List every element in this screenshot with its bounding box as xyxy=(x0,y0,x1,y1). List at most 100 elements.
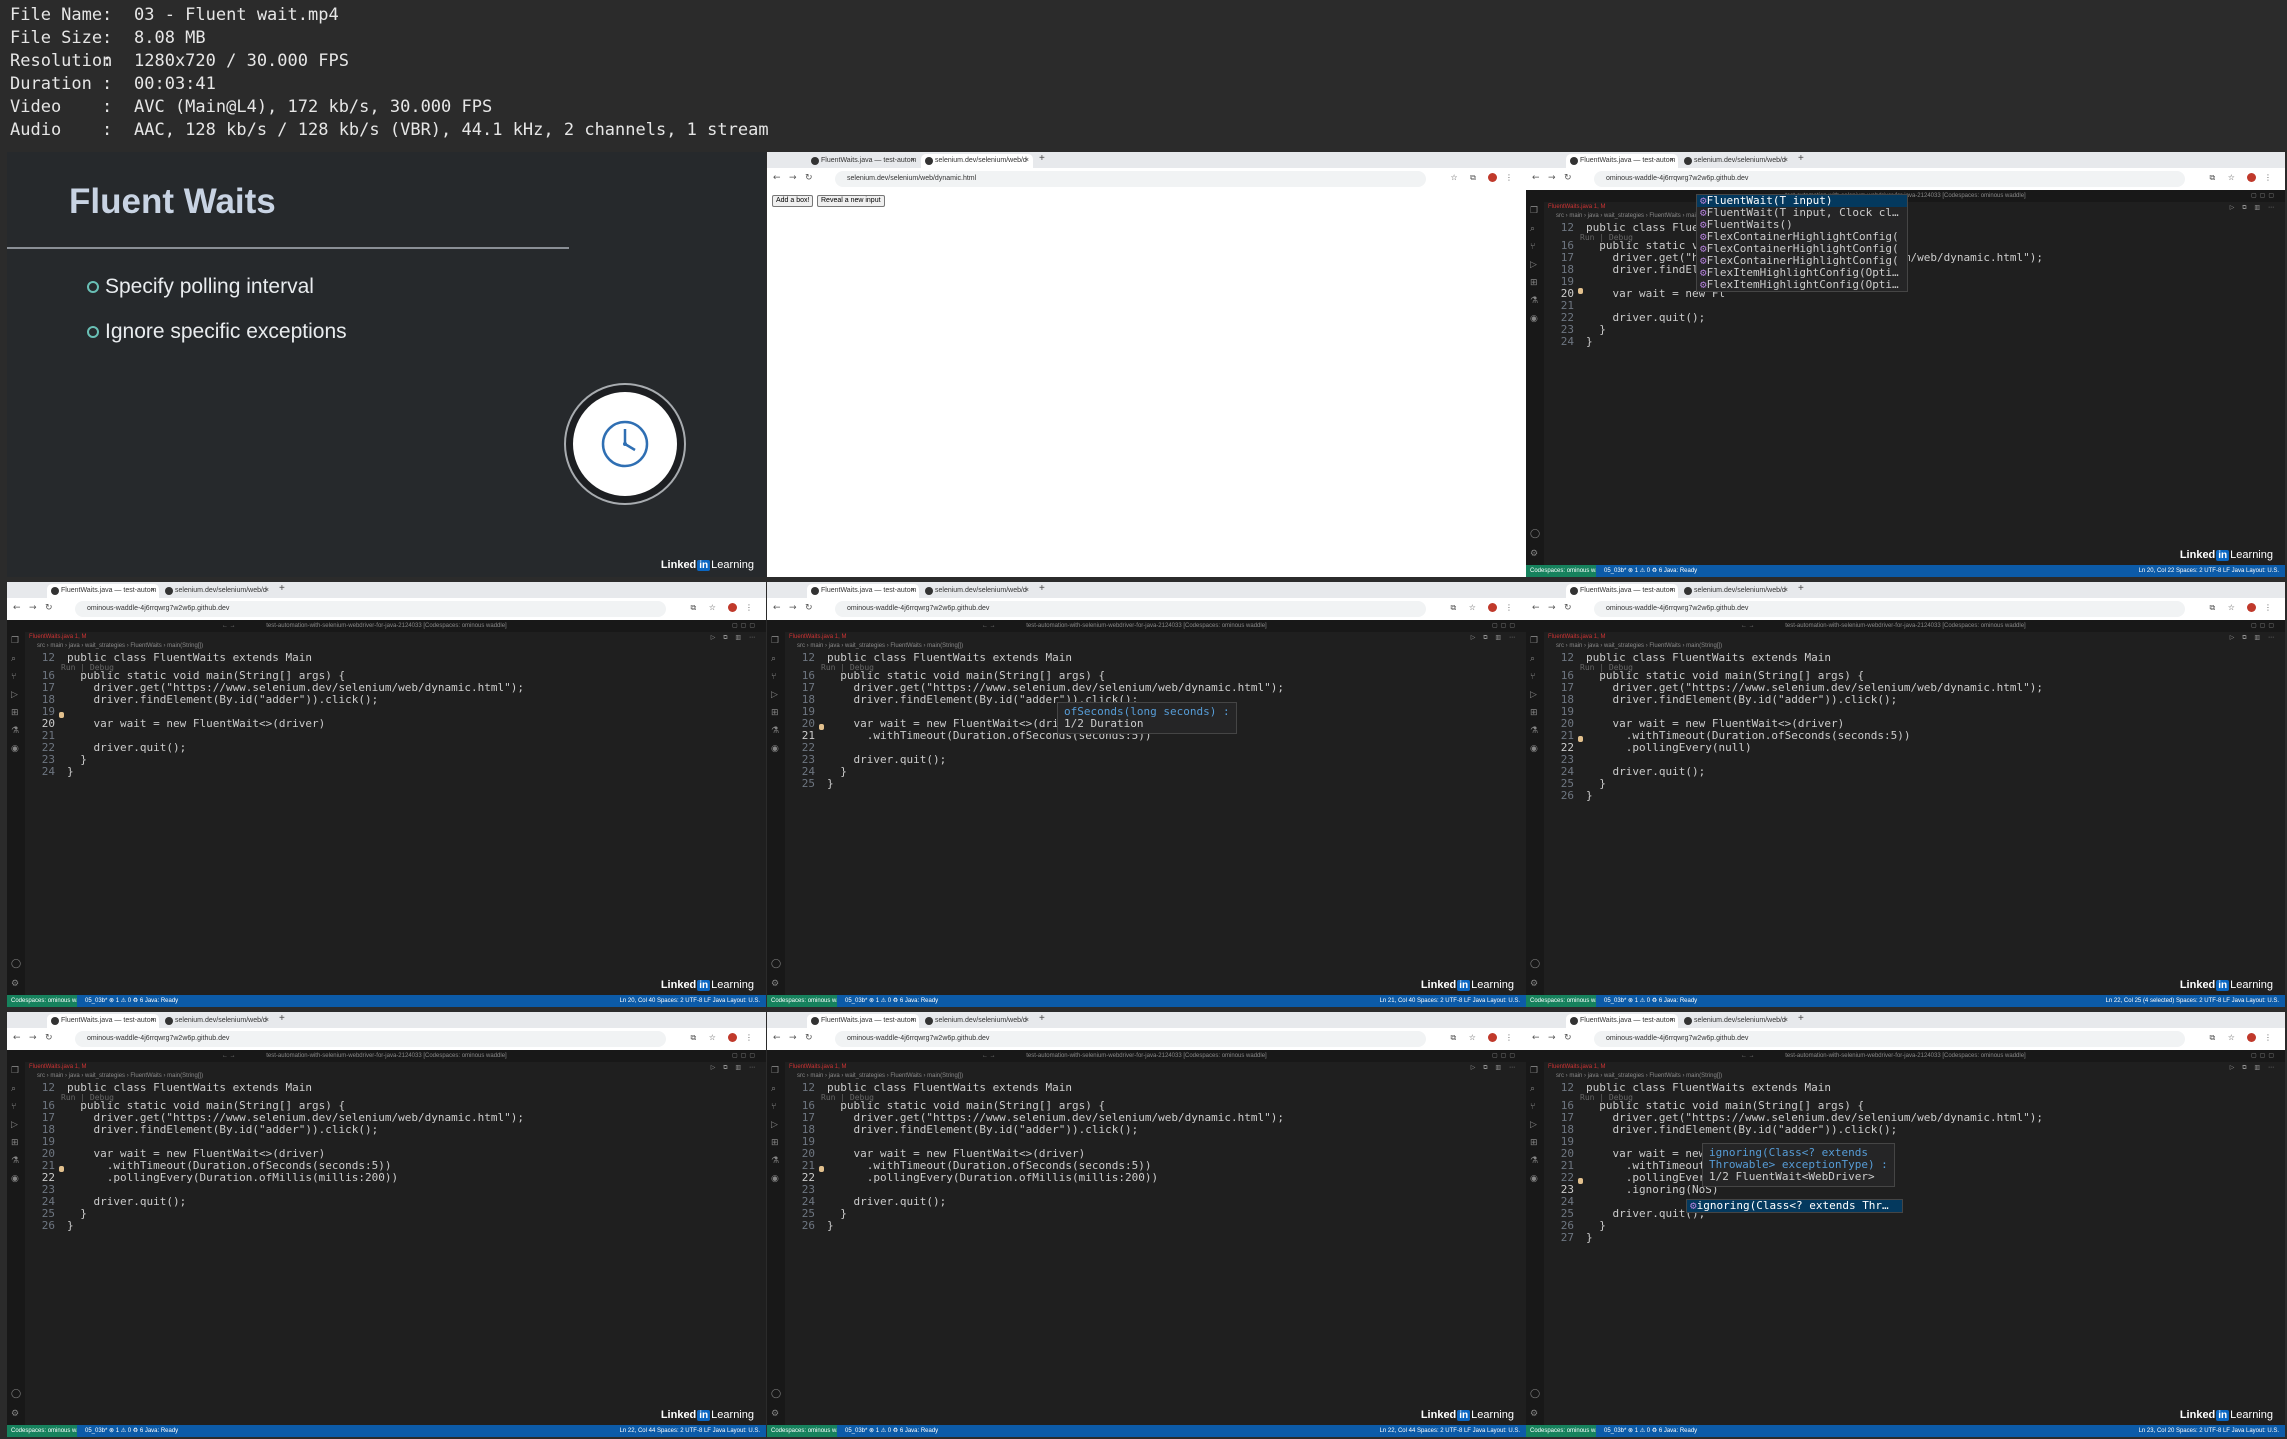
forward-icon[interactable]: → xyxy=(1548,1033,1556,1043)
account-icon[interactable]: ◯ xyxy=(1530,529,1540,539)
profile-avatar[interactable] xyxy=(2247,603,2257,612)
editor-actions[interactable]: ▷ ⧉ ▥ ⋯ xyxy=(1471,634,1518,642)
lightbulb-icon[interactable] xyxy=(59,712,64,718)
reload-icon[interactable]: ↻ xyxy=(1564,603,1572,613)
toolbar-icons[interactable]: ⧉ ☆ ⋮ xyxy=(2209,1033,2277,1043)
browser-tab-active[interactable]: selenium.dev/selenium/web/d × xyxy=(921,154,1033,168)
browser-tab[interactable]: selenium.dev/selenium/web/d × xyxy=(1680,1014,1792,1028)
github-icon[interactable]: ◉ xyxy=(11,744,21,754)
code-editor[interactable]: FluentWaits.java 1, M ▷ ⧉ ▥ ⋯ src › main… xyxy=(1544,1062,2285,1425)
suggestion-item[interactable]: ⚙FluentWait(T input) xyxy=(1697,195,1907,207)
remote-indicator[interactable]: Codespaces: ominous waddle xyxy=(1526,565,1596,577)
status-left[interactable]: 05_03b* ⊗ 1 ⚠ 0 ♻ 6 Java: Ready xyxy=(85,995,178,1007)
back-icon[interactable]: ← xyxy=(773,173,781,183)
extensions-icon[interactable]: ⊞ xyxy=(11,1138,21,1148)
autocomplete-popup[interactable]: ⚙ignoring(Class<? extends Thr… xyxy=(1686,1199,1903,1213)
github-icon[interactable]: ◉ xyxy=(1530,1174,1540,1184)
search-icon[interactable]: ⌕ xyxy=(771,654,781,664)
explorer-icon[interactable]: ❐ xyxy=(11,636,21,646)
status-right[interactable]: Ln 22, Col 44 Spaces: 2 UTF-8 LF Java La… xyxy=(620,1425,760,1437)
reload-icon[interactable]: ↻ xyxy=(805,173,813,183)
new-tab-icon[interactable]: + xyxy=(279,1013,285,1024)
toolbar-icons[interactable]: ⧉ ☆ ⋮ xyxy=(1450,1033,1518,1043)
search-icon[interactable]: ⌕ xyxy=(771,1084,781,1094)
reveal-input-button[interactable]: Reveal a new input xyxy=(817,195,885,207)
close-icon[interactable]: × xyxy=(1670,1014,1674,1028)
url-field[interactable]: ominous-waddle-4j6rrqwrg7w2w6p.github.de… xyxy=(1594,171,2185,187)
source-control-icon[interactable]: ⑂ xyxy=(1530,672,1540,682)
extensions-icon[interactable]: ⊞ xyxy=(1530,1138,1540,1148)
nav-arrows[interactable]: ← → xyxy=(222,620,236,632)
close-icon[interactable]: × xyxy=(911,1014,915,1028)
settings-gear-icon[interactable]: ⚙ xyxy=(771,979,781,989)
explorer-icon[interactable]: ❐ xyxy=(771,636,781,646)
reload-icon[interactable]: ↻ xyxy=(805,603,813,613)
editor-actions[interactable]: ▷ ⧉ ▥ ⋯ xyxy=(2230,634,2277,642)
source-control-icon[interactable]: ⑂ xyxy=(771,1102,781,1112)
status-left[interactable]: 05_03b* ⊗ 1 ⚠ 0 ♻ 6 Java: Ready xyxy=(85,1425,178,1437)
profile-avatar[interactable] xyxy=(728,1033,738,1042)
status-left[interactable]: 05_03b* ⊗ 1 ⚠ 0 ♻ 6 Java: Ready xyxy=(1604,995,1697,1007)
lightbulb-icon[interactable] xyxy=(1578,736,1583,742)
editor-tab[interactable]: FluentWaits.java 1, M xyxy=(789,1064,846,1070)
extensions-icon[interactable]: ⊞ xyxy=(771,1138,781,1148)
new-tab-icon[interactable]: + xyxy=(1798,583,1804,594)
source-control-icon[interactable]: ⑂ xyxy=(11,1102,21,1112)
back-icon[interactable]: ← xyxy=(773,603,781,613)
browser-tab-active[interactable]: FluentWaits.java — test-autom × xyxy=(807,1014,919,1028)
run-debug-icon[interactable]: ▷ xyxy=(771,690,781,700)
close-icon[interactable]: × xyxy=(1025,1014,1029,1028)
editor-actions[interactable]: ▷ ⧉ ▥ ⋯ xyxy=(711,1064,758,1072)
source-control-icon[interactable]: ⑂ xyxy=(11,672,21,682)
browser-tab[interactable]: selenium.dev/selenium/web/d × xyxy=(161,584,273,598)
new-tab-icon[interactable]: + xyxy=(1039,583,1045,594)
code-editor[interactable]: FluentWaits.java 1, M ▷ ⧉ ▥ ⋯ src › main… xyxy=(25,1062,766,1425)
profile-avatar[interactable] xyxy=(2247,1033,2257,1042)
account-icon[interactable]: ◯ xyxy=(1530,959,1540,969)
source-control-icon[interactable]: ⑂ xyxy=(771,672,781,682)
browser-tab[interactable]: selenium.dev/selenium/web/d × xyxy=(921,584,1033,598)
github-icon[interactable]: ◉ xyxy=(771,744,781,754)
editor-tab[interactable]: FluentWaits.java 1, M xyxy=(1548,204,1605,210)
run-debug-icon[interactable]: ▷ xyxy=(771,1120,781,1130)
url-field[interactable]: ominous-waddle-4j6rrqwrg7w2w6p.github.de… xyxy=(1594,1031,2185,1047)
remote-indicator[interactable]: Codespaces: ominous waddle xyxy=(767,995,837,1007)
close-icon[interactable]: × xyxy=(1025,584,1029,598)
back-icon[interactable]: ← xyxy=(13,603,21,613)
breadcrumb[interactable]: src › main › java › wait_strategies › Fl… xyxy=(37,643,203,649)
status-left[interactable]: 05_03b* ⊗ 1 ⚠ 0 ♻ 6 Java: Ready xyxy=(1604,1425,1697,1437)
close-icon[interactable]: × xyxy=(1025,154,1029,168)
new-tab-icon[interactable]: + xyxy=(1039,153,1045,164)
new-tab-icon[interactable]: + xyxy=(279,583,285,594)
editor-tab[interactable]: FluentWaits.java 1, M xyxy=(789,634,846,640)
status-left[interactable]: 05_03b* ⊗ 1 ⚠ 0 ♻ 6 Java: Ready xyxy=(1604,565,1697,577)
close-icon[interactable]: × xyxy=(1784,1014,1788,1028)
signature-help-popup[interactable]: ignoring(Class<? extends Throwable> excep… xyxy=(1702,1143,1895,1187)
source-control-icon[interactable]: ⑂ xyxy=(1530,242,1540,252)
nav-arrows[interactable]: ← → xyxy=(982,620,996,632)
lightbulb-icon[interactable] xyxy=(819,724,824,730)
editor-actions[interactable]: ▷ ⧉ ▥ ⋯ xyxy=(2230,1064,2277,1072)
reload-icon[interactable]: ↻ xyxy=(45,603,53,613)
editor-actions[interactable]: ▷ ⧉ ▥ ⋯ xyxy=(711,634,758,642)
profile-avatar[interactable] xyxy=(2247,173,2257,182)
forward-icon[interactable]: → xyxy=(1548,173,1556,183)
suggestion-item[interactable]: ⚙FlexContainerHighlightConfig( xyxy=(1697,255,1907,267)
toolbar-icons[interactable]: ☆ ⧉ ⋮ xyxy=(1450,173,1518,183)
search-icon[interactable]: ⌕ xyxy=(1530,224,1540,234)
close-icon[interactable]: × xyxy=(1670,154,1674,168)
status-right[interactable]: Ln 22, Col 44 Spaces: 2 UTF-8 LF Java La… xyxy=(1380,1425,1520,1437)
lightbulb-icon[interactable] xyxy=(1578,1178,1583,1184)
status-right[interactable]: Ln 20, Col 22 Spaces: 2 UTF-8 LF Java La… xyxy=(2139,565,2279,577)
editor-tab[interactable]: FluentWaits.java 1, M xyxy=(1548,1064,1605,1070)
remote-indicator[interactable]: Codespaces: ominous waddle xyxy=(7,995,77,1007)
breadcrumb[interactable]: src › main › java › wait_strategies › Fl… xyxy=(797,1073,963,1079)
search-icon[interactable]: ⌕ xyxy=(1530,1084,1540,1094)
account-icon[interactable]: ◯ xyxy=(771,1389,781,1399)
url-field[interactable]: ominous-waddle-4j6rrqwrg7w2w6p.github.de… xyxy=(835,1031,1426,1047)
close-icon[interactable]: × xyxy=(265,584,269,598)
testing-icon[interactable]: ⚗ xyxy=(1530,296,1540,306)
explorer-icon[interactable]: ❐ xyxy=(1530,1066,1540,1076)
editor-tab[interactable]: FluentWaits.java 1, M xyxy=(29,634,86,640)
extensions-icon[interactable]: ⊞ xyxy=(771,708,781,718)
